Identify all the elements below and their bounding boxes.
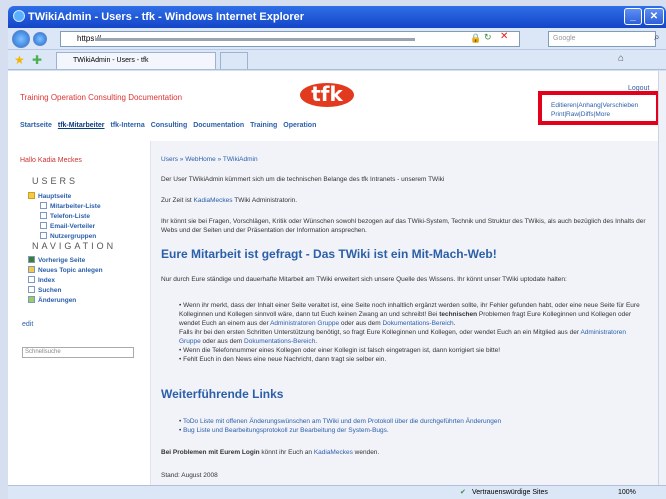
sidebar-item-hauptseite[interactable]: Hauptseite [28,192,71,200]
sidebar: Hallo Kadia Meckes USERS Hauptseite Mita… [8,141,150,485]
actions-line2[interactable]: Print|Raw|Diffs|More [551,110,657,119]
back-arrow-icon [28,256,35,263]
security-zone: Vertrauenswürdige Sites [472,489,548,496]
sidebar-item-mitarbeiter-liste[interactable]: Mitarbeiter-Liste [40,202,101,210]
new-tab-button[interactable] [220,52,248,69]
sidebar-item-aenderungen[interactable]: Änderungen [28,296,76,304]
sidebar-item-suchen[interactable]: Suchen [28,286,61,294]
stop-icon[interactable]: ✕ [500,31,508,42]
lock-icon: 🔒 [470,33,482,43]
top-links[interactable]: Training Operation Consulting Documentat… [20,93,182,102]
list-item: • Wenn die Telefonnummer eines Kollegen … [179,347,501,354]
search-icon[interactable]: ⌕ [654,32,660,43]
title-bar: TWikiAdmin - Users - tfk - Windows Inter… [8,6,666,28]
heading-mitarbeit: Eure Mitarbeit ist gefragt - Das TWiki i… [161,247,497,261]
close-button[interactable]: ✕ [644,8,664,25]
main-nav: Startseite tfk-Mitarbeiter tfk-Interna C… [20,122,320,129]
window-title: TWikiAdmin - Users - tfk - Windows Inter… [28,11,305,23]
actions-line1[interactable]: Editieren|Anhang|Verschieben [551,101,657,110]
sidebar-item-telefon-liste[interactable]: Telefon-Liste [40,212,90,220]
index-icon [28,276,35,283]
sidebar-item-neues-topic[interactable]: Neues Topic anlegen [28,266,103,274]
navigation-title: NAVIGATION [32,241,117,251]
breadcrumb[interactable]: Users » WebHome » TWikiAdmin [161,155,646,164]
sidebar-item-index[interactable]: Index [28,276,55,284]
page-icon [40,232,47,239]
list-item: • Wenn ihr merkt, dass der Inhalt einer … [179,302,640,345]
list-item: • Fehlt Euch in den News eine neue Nachr… [179,356,387,363]
address-bar: https:// 🔒 ↻ ✕ Google ⌕ [8,28,666,50]
refresh-icon[interactable]: ↻ [484,32,492,43]
admin-link[interactable]: KadiaMeckes [194,197,233,204]
nav-training[interactable]: Training [250,122,277,129]
add-favorites-icon[interactable]: ✚ [32,53,42,67]
nav-tfk-interna[interactable]: tfk-Interna [111,122,145,129]
login-help-text: Bei Problemen mit Eurem Login könnt ihr … [161,449,380,456]
greeting: Hallo Kadia Meckes [20,157,82,164]
search-input[interactable]: Google [548,31,656,47]
todo-link[interactable]: ToDo Liste mit offenen Änderungswünschen… [183,418,501,425]
page-icon [40,202,47,209]
nav-consulting[interactable]: Consulting [151,122,188,129]
intro-text: Der User TWikiAdmin kümmert sich um die … [161,176,445,183]
users-title: USERS [32,176,79,186]
page-icon [40,222,47,229]
page-icon [40,212,47,219]
links-list: • ToDo Liste mit offenen Änderungswünsch… [161,417,646,435]
tfk-logo: tfk [300,83,354,107]
home-icon[interactable]: ⌂ [618,53,624,64]
heading-links: Weiterführende Links [161,387,284,401]
check-icon: ✔ [460,489,466,496]
status-bar: ✔ Vertrauenswürdige Sites 100% [8,485,666,499]
sidebar-item-email-verteiler[interactable]: Email-Verteiler [40,222,95,230]
browser-tab[interactable]: TWikiAdmin - Users - tfk [56,52,216,69]
page-header: Training Operation Consulting Documentat… [8,71,658,137]
list-item: • ToDo Liste mit offenen Änderungswünsch… [179,418,502,425]
favorites-star-icon[interactable]: ★ [14,53,25,67]
nav-documentation[interactable]: Documentation [193,122,244,129]
url-input[interactable]: https:// [60,31,520,47]
new-topic-icon [28,266,35,273]
sidebar-item-vorherige-seite[interactable]: Vorherige Seite [28,256,85,264]
main-content: Users » WebHome » TWikiAdmin Der User TW… [150,141,658,485]
admin-text: Zur Zeit ist KadiaMeckes TWiki Administr… [161,197,298,204]
bug-link[interactable]: Bug Liste und Bearbeitungsprotokoll zur … [183,427,389,434]
browser-window: TWikiAdmin - Users - tfk - Windows Inter… [0,0,666,499]
nav-tfk-mitarbeiter[interactable]: tfk-Mitarbeiter [58,122,105,129]
docs-link-2[interactable]: Dokumentations-Bereich [244,338,315,345]
ie-icon [13,10,25,22]
forward-button[interactable] [33,32,47,46]
nav-operation[interactable]: Operation [283,122,316,129]
minimize-button[interactable]: _ [624,8,642,25]
search-icon [28,286,35,293]
nav-startseite[interactable]: Startseite [20,122,52,129]
changes-icon [28,296,35,303]
quick-search-input[interactable]: Schnellsuche [22,347,134,358]
back-button[interactable] [12,30,30,48]
docs-link[interactable]: Dokumentations-Bereich [382,320,453,327]
contact-text: Ihr könnt sie bei Fragen, Vorschlägen, K… [161,218,646,234]
edit-link[interactable]: edit [22,321,33,328]
zoom-level[interactable]: 100% [618,489,636,496]
folder-icon [28,192,35,199]
last-updated: Stand: August 2008 [161,472,218,479]
mitarbeit-text: Nur durch Eure ständige und dauerhafte M… [161,276,567,283]
bullet-list: • Wenn ihr merkt, dass der Inhalt einer … [161,301,646,364]
page-viewport: Training Operation Consulting Documentat… [8,71,658,485]
tab-bar: ★ ✚ TWikiAdmin - Users - tfk ⌂ [8,50,666,70]
admin-group-link[interactable]: Administratoren Gruppe [270,320,339,327]
contact-link[interactable]: KadiaMeckes [314,449,353,456]
topic-actions: Editieren|Anhang|Verschieben Print|Raw|D… [551,101,657,123]
list-item: • Bug Liste und Bearbeitungsprotokoll zu… [179,427,389,434]
vertical-scrollbar[interactable] [658,71,666,485]
sidebar-item-nutzergruppen[interactable]: Nutzergruppen [40,232,96,240]
